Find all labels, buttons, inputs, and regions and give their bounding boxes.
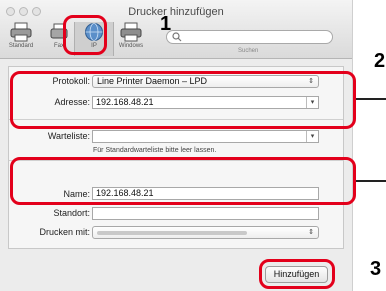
- title-bar: Drucker hinzufügen Standard Fax IP Windo…: [0, 0, 352, 59]
- chevron-down-icon[interactable]: ▾: [306, 131, 318, 142]
- step-3-number: 3: [370, 258, 382, 280]
- toolbar-windows-button[interactable]: Windows: [112, 22, 150, 56]
- toolbar-standard-button[interactable]: Standard: [2, 22, 40, 56]
- step-1-number: 1: [160, 13, 172, 35]
- location-label: Standort:: [53, 208, 90, 218]
- queue-field[interactable]: ▾: [92, 130, 319, 143]
- popup-arrows-icon: ⇕: [308, 229, 314, 236]
- add-printer-window: Drucker hinzufügen Standard Fax IP Windo…: [0, 0, 353, 291]
- highlight-name: [10, 157, 356, 205]
- printer-icon: [10, 22, 32, 42]
- location-field[interactable]: [92, 207, 319, 220]
- print-with-select[interactable]: ⇕: [92, 226, 319, 239]
- queue-hint: Für Standardwarteliste bitte leer lassen…: [93, 147, 217, 154]
- callout-line: [356, 180, 386, 182]
- toolbar-standard-label: Standard: [8, 43, 34, 49]
- driver-value-redacted: [97, 231, 247, 235]
- highlight-ip-tab: [63, 15, 107, 55]
- highlight-add-button: [259, 259, 335, 289]
- queue-label: Warteliste:: [47, 131, 90, 141]
- step-2-number: 2: [374, 50, 386, 72]
- search-input[interactable]: [166, 30, 333, 44]
- toolbar-windows-label: Windows: [118, 43, 144, 49]
- highlight-protocol-address: [10, 71, 356, 129]
- windows-printer-icon: [120, 22, 142, 42]
- search-icon: [172, 32, 182, 42]
- print-with-label: Drucken mit:: [39, 227, 90, 237]
- window-title: Drucker hinzufügen: [128, 6, 224, 18]
- search-label: Suchen: [238, 48, 259, 54]
- callout-line: [356, 98, 386, 100]
